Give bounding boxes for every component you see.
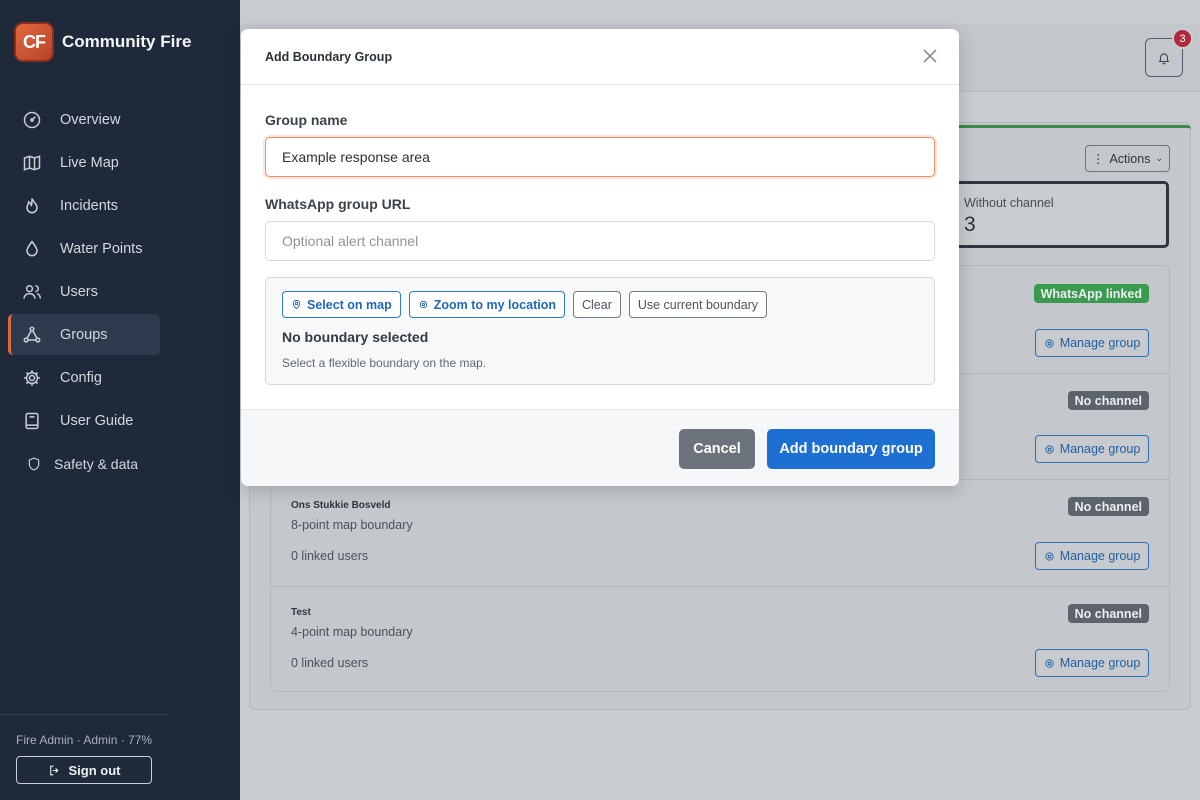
bell-icon xyxy=(1158,52,1170,64)
status-badge: WhatsApp linked xyxy=(1033,284,1149,303)
logo: CF xyxy=(14,22,54,62)
manage-group-label: Manage group xyxy=(1059,549,1141,563)
select-on-map-label: Select on map xyxy=(307,297,392,312)
boundary-status: No boundary selected xyxy=(282,329,429,345)
stat-value: 3 xyxy=(964,213,976,236)
droplet-icon xyxy=(26,239,38,256)
group-title: Ons Stukkie Bosveld xyxy=(291,500,391,511)
sidebar-divider xyxy=(0,714,168,715)
cancel-button[interactable]: Cancel xyxy=(679,429,755,469)
gauge-icon xyxy=(23,111,41,128)
group-linked-users: 0 linked users xyxy=(291,549,369,563)
network-icon xyxy=(23,326,41,343)
sign-out-label: Sign out xyxy=(68,762,121,778)
gear-icon xyxy=(1045,338,1054,348)
sidebar-item-user-guide[interactable]: User Guide xyxy=(8,400,160,441)
sidebar-item-config[interactable]: Config xyxy=(8,357,160,398)
stat-label: Without channel xyxy=(964,196,1054,210)
sidebar-item-label: Groups xyxy=(60,326,108,343)
close-button[interactable] xyxy=(923,49,939,65)
add-boundary-group-dialog: Add Boundary Group Group name WhatsApp g… xyxy=(241,29,959,486)
dialog-header: Add Boundary Group xyxy=(241,29,959,85)
gear-icon xyxy=(1045,444,1054,454)
sidebar-item-label: Overview xyxy=(60,111,121,128)
sidebar-item-overview[interactable]: Overview xyxy=(8,99,160,140)
manage-group-button[interactable]: Manage group xyxy=(1035,435,1149,463)
manage-group-button[interactable]: Manage group xyxy=(1035,329,1149,357)
manage-group-button[interactable]: Manage group xyxy=(1035,649,1149,677)
status-badge: No channel xyxy=(1067,604,1149,623)
whatsapp-url-label: WhatsApp group URL xyxy=(265,196,411,212)
map-pin-icon xyxy=(292,299,301,310)
gear-icon xyxy=(1045,658,1054,668)
crosshair-icon xyxy=(419,300,427,309)
sidebar-item-groups[interactable]: Groups xyxy=(8,314,160,355)
sidebar-item-label: Users xyxy=(60,283,98,300)
sidebar-item-safety-data[interactable]: Safety & data xyxy=(8,443,160,484)
gear-icon xyxy=(24,369,40,386)
actions-dropdown-button[interactable]: ⋮ Actions ⌄ xyxy=(1085,145,1170,172)
sidebar-item-water-points[interactable]: Water Points xyxy=(8,228,160,269)
sidebar-item-live-map[interactable]: Live Map xyxy=(8,142,160,183)
dialog-footer: Cancel Add boundary group xyxy=(241,409,959,486)
users-icon xyxy=(23,284,42,299)
manage-group-label: Manage group xyxy=(1059,336,1141,350)
clear-boundary-button[interactable]: Clear xyxy=(572,291,621,318)
sidebar-item-label: Safety & data xyxy=(54,455,139,472)
use-current-boundary-button[interactable]: Use current boundary xyxy=(628,291,768,318)
notification-count-badge: 3 xyxy=(1172,28,1193,49)
sign-out-button[interactable]: Sign out xyxy=(16,756,152,784)
sidebar-item-label: Config xyxy=(60,369,102,386)
close-icon xyxy=(923,49,937,63)
manage-group-label: Manage group xyxy=(1059,656,1141,670)
add-boundary-group-button[interactable]: Add boundary group xyxy=(767,429,935,469)
sidebar-item-incidents[interactable]: Incidents xyxy=(8,185,160,226)
group-name-input[interactable] xyxy=(265,137,935,177)
list-item: Ons Stukkie Bosveld 8-point map boundary… xyxy=(271,479,1169,586)
status-badge: No channel xyxy=(1067,391,1149,410)
boundary-toolbar: Select on map Zoom to my location Clear … xyxy=(282,291,768,318)
group-linked-users: 0 linked users xyxy=(291,656,369,670)
shield-icon xyxy=(28,456,40,471)
group-boundary-info: 8-point map boundary xyxy=(291,518,413,532)
manage-group-button[interactable]: Manage group xyxy=(1035,542,1149,570)
current-user-info: Fire Admin · Admin · 77% xyxy=(16,733,153,747)
brand-name: Community Fire xyxy=(62,32,192,51)
zoom-to-location-label: Zoom to my location xyxy=(433,297,556,312)
map-icon xyxy=(23,154,41,171)
chevron-down-icon: ⌄ xyxy=(1155,153,1164,163)
status-badge: No channel xyxy=(1067,497,1149,516)
flame-icon xyxy=(26,197,38,213)
whatsapp-url-input[interactable] xyxy=(265,221,935,261)
kebab-icon: ⋮ xyxy=(1091,152,1105,166)
manage-group-label: Manage group xyxy=(1059,442,1141,456)
sign-out-icon xyxy=(49,765,59,775)
book-icon xyxy=(25,412,39,429)
sidebar-item-users[interactable]: Users xyxy=(8,271,160,312)
sidebar-item-label: Water Points xyxy=(60,240,143,257)
dialog-body: Group name WhatsApp group URL Select on … xyxy=(241,85,959,409)
boundary-hint: Select a flexible boundary on the map. xyxy=(282,356,487,370)
list-item: Test 4-point map boundary 0 linked users… xyxy=(271,586,1169,692)
group-boundary-info: 4-point map boundary xyxy=(291,625,413,639)
brand[interactable]: CF Community Fire xyxy=(14,22,191,62)
actions-label: Actions xyxy=(1109,151,1151,166)
dialog-title: Add Boundary Group xyxy=(265,49,393,64)
group-name-label: Group name xyxy=(265,112,348,128)
boundary-selector: Select on map Zoom to my location Clear … xyxy=(265,277,935,385)
sidebar-nav: Overview Live Map Incidents Water Points… xyxy=(8,99,160,486)
sidebar-item-label: Incidents xyxy=(60,197,119,214)
select-on-map-button[interactable]: Select on map xyxy=(282,291,401,318)
group-title: Test xyxy=(291,607,311,618)
gear-icon xyxy=(1045,551,1054,561)
sidebar-item-label: User Guide xyxy=(60,412,134,429)
sidebar-item-label: Live Map xyxy=(60,154,119,171)
zoom-to-location-button[interactable]: Zoom to my location xyxy=(408,291,565,318)
stat-card-without-channel: Without channel 3 xyxy=(955,181,1169,248)
sidebar: CF Community Fire Overview Live Map Inci… xyxy=(0,0,240,800)
